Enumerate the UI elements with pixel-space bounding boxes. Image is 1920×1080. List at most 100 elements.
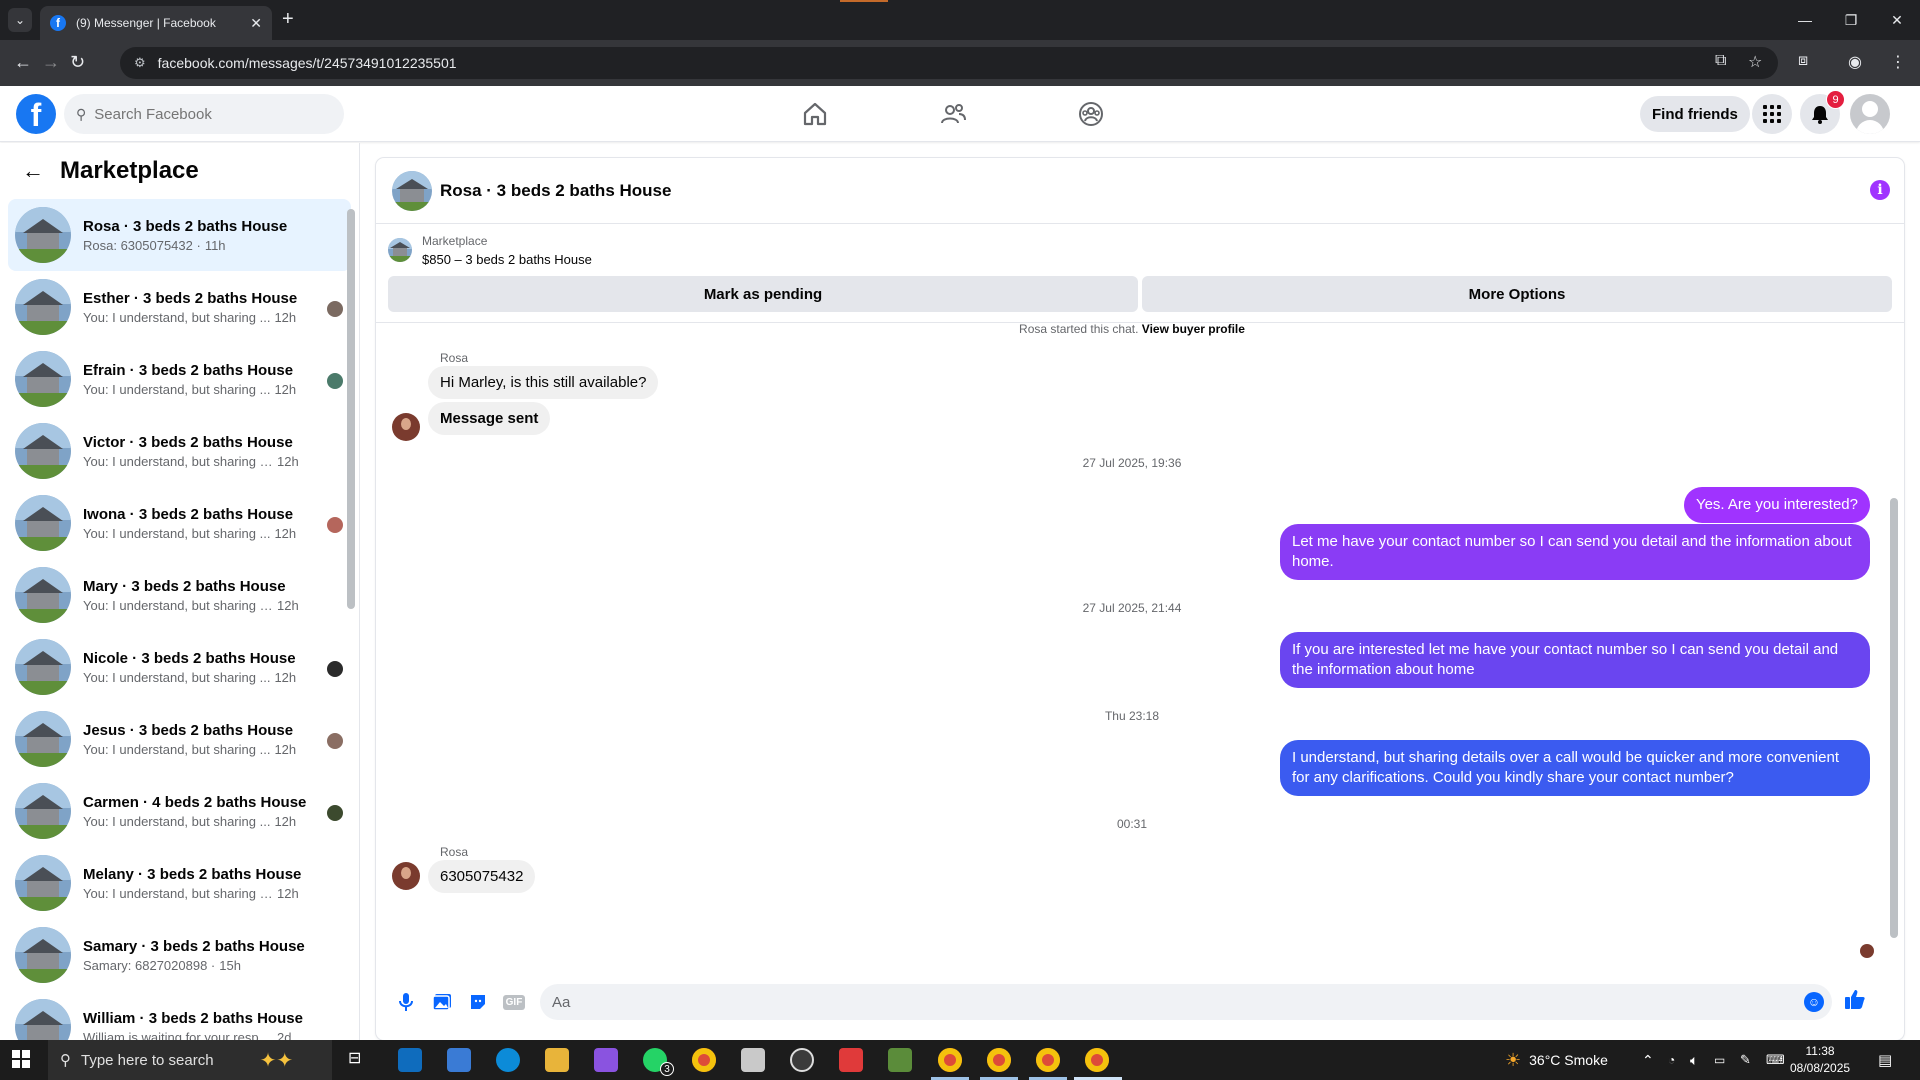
app-icon[interactable] — [790, 1048, 814, 1072]
browser-menu-icon[interactable]: ⋮ — [1890, 52, 1906, 72]
search-input[interactable] — [94, 105, 315, 123]
more-options-button[interactable]: More Options — [1142, 276, 1892, 312]
chat-header: Rosa · 3 beds 2 baths House i — [376, 158, 1904, 224]
new-tab-button[interactable]: + — [282, 8, 294, 31]
conversation-item[interactable]: Carmen · 4 beds 2 baths House You: I unde… — [8, 775, 351, 847]
reload-icon[interactable]: ↻ — [70, 52, 85, 73]
site-info-icon[interactable]: ⚙ — [134, 55, 146, 71]
forward-icon[interactable]: → — [42, 52, 60, 73]
conversation-snippet: Samary: 6827020898 · — [83, 957, 216, 973]
volume-icon[interactable]: 🔈︎ — [1690, 1040, 1698, 1080]
clock-date: 08/08/2025 — [1790, 1061, 1851, 1075]
chrome-profile-icon[interactable] — [1036, 1048, 1060, 1072]
sender-avatar[interactable] — [392, 862, 420, 890]
minecraft-icon[interactable] — [888, 1048, 912, 1072]
conversation-item[interactable]: Victor · 3 beds 2 baths House You: I unde… — [8, 415, 351, 487]
taskbar-clock[interactable]: 11:38 08/08/2025 — [1790, 1043, 1850, 1077]
home-icon[interactable] — [800, 100, 830, 128]
taskbar-search[interactable]: ⚲ Type here to search ✦✦ — [48, 1040, 332, 1080]
roblox-icon[interactable] — [741, 1048, 765, 1072]
chat-scrollbar[interactable] — [1890, 498, 1898, 938]
sidebar-scrollbar[interactable] — [347, 209, 355, 609]
emoji-icon[interactable]: ☺ — [1804, 992, 1824, 1012]
pen-icon[interactable]: ✎ — [1740, 1040, 1751, 1080]
profile-icon[interactable]: ◉ — [1848, 52, 1862, 72]
friends-icon[interactable] — [938, 100, 968, 128]
conversation-item[interactable]: Jesus · 3 beds 2 baths House You: I under… — [8, 703, 351, 775]
incoming-message[interactable]: Hi Marley, is this still available? — [428, 366, 659, 399]
listing-thumbnail — [15, 279, 71, 335]
photo-icon[interactable] — [424, 984, 460, 1020]
chrome-profile-icon[interactable] — [987, 1048, 1011, 1072]
bookmark-star-icon[interactable]: ☆ — [1748, 52, 1762, 72]
chat-panel: Rosa · 3 beds 2 baths House i Marketplac… — [376, 158, 1904, 1040]
outgoing-message[interactable]: I understand, but sharing details over a… — [1280, 740, 1870, 796]
tab-search-button[interactable]: ⌄ — [8, 8, 32, 32]
view-buyer-profile-link[interactable]: View buyer profile — [1142, 322, 1245, 336]
thumbs-up-icon[interactable] — [1844, 988, 1866, 1016]
incoming-message[interactable]: Message sent — [428, 402, 551, 435]
sticker-icon[interactable] — [460, 984, 496, 1020]
minimize-icon[interactable]: — — [1782, 0, 1828, 40]
conversation-item[interactable]: Iwona · 3 beds 2 baths House You: I under… — [8, 487, 351, 559]
network-icon[interactable]: ◔ — [1668, 1040, 1675, 1080]
back-icon[interactable]: ← — [14, 52, 32, 73]
conversation-item[interactable]: William · 3 beds 2 baths House William is… — [8, 991, 351, 1040]
listing-summary[interactable]: Marketplace $850 – 3 beds 2 baths House — [376, 224, 1904, 276]
store-icon[interactable] — [447, 1048, 471, 1072]
gif-icon[interactable]: GIF — [496, 984, 532, 1020]
file-explorer-icon[interactable] — [545, 1048, 569, 1072]
install-app-icon[interactable]: ⧉ — [1715, 52, 1726, 70]
weather-widget[interactable]: ☀ 36°C Smoke — [1505, 1040, 1608, 1080]
conversation-item[interactable]: Nicole · 3 beds 2 baths House You: I unde… — [8, 631, 351, 703]
find-friends-button[interactable]: Find friends — [1640, 96, 1750, 132]
chat-title[interactable]: Rosa · 3 beds 2 baths House — [440, 181, 671, 201]
outgoing-message[interactable]: Yes. Are you interested? — [1683, 487, 1870, 523]
edge-icon[interactable] — [496, 1048, 520, 1072]
restore-icon[interactable]: ❐ — [1828, 0, 1874, 40]
chrome-icon[interactable] — [692, 1048, 716, 1072]
listing-thumbnail[interactable] — [392, 170, 432, 211]
mark-as-pending-button[interactable]: Mark as pending — [388, 276, 1138, 312]
conversation-item[interactable]: Melany · 3 beds 2 baths House You: I unde… — [8, 847, 351, 919]
outgoing-message[interactable]: Let me have your contact number so I can… — [1280, 524, 1870, 580]
show-hidden-icons-icon[interactable]: ⌃ — [1642, 1040, 1654, 1080]
anydesk-icon[interactable] — [839, 1048, 863, 1072]
message-input[interactable]: Aa ☺ — [540, 984, 1832, 1020]
facebook-logo-icon[interactable]: f — [16, 94, 56, 134]
conversation-name: Rosa · 3 beds 2 baths House — [83, 217, 288, 235]
incoming-message[interactable]: 6305075432 — [428, 860, 536, 893]
close-window-icon[interactable]: ✕ — [1874, 0, 1920, 40]
groups-icon[interactable] — [1076, 100, 1106, 128]
chrome-profile-icon[interactable] — [938, 1048, 962, 1072]
windows-start-icon[interactable] — [12, 1050, 30, 1068]
conversation-item[interactable]: Esther · 3 beds 2 baths House You: I unde… — [8, 271, 351, 343]
facebook-search[interactable]: ⚲ — [64, 94, 344, 134]
chrome-profile-icon[interactable] — [1085, 1048, 1109, 1072]
back-arrow-icon[interactable]: ← — [22, 158, 44, 184]
sender-avatar[interactable] — [392, 413, 420, 441]
account-avatar[interactable] — [1850, 94, 1890, 134]
browser-toolbar: ← → ↻ ⚙ facebook.com/messages/t/24573491… — [0, 40, 1920, 86]
info-icon[interactable]: i — [1870, 180, 1890, 200]
microphone-icon[interactable] — [388, 984, 424, 1020]
outgoing-message[interactable]: If you are interested let me have your c… — [1280, 632, 1870, 688]
browser-tab-messenger[interactable]: f (9) Messenger | Facebook ✕ — [40, 6, 272, 40]
notification-center-icon[interactable]: ▤ — [1878, 1040, 1892, 1080]
meet-now-icon[interactable]: ▭ — [1714, 1040, 1725, 1080]
task-view-icon[interactable]: ⊟ — [348, 1048, 372, 1072]
seen-indicator-avatar — [1860, 944, 1874, 958]
copilot-icon[interactable] — [594, 1048, 618, 1072]
address-bar[interactable]: ⚙ facebook.com/messages/t/24573491012235… — [120, 47, 1778, 79]
conversation-item[interactable]: Efrain · 3 beds 2 baths House You: I unde… — [8, 343, 351, 415]
keyboard-icon[interactable]: ⌨ — [1766, 1040, 1785, 1080]
extensions-icon[interactable]: ⧈ — [1798, 52, 1808, 70]
listing-thumbnail — [15, 423, 71, 479]
conversation-name: Efrain · 3 beds 2 baths House — [83, 361, 294, 379]
menu-grid-icon[interactable] — [1752, 94, 1792, 134]
conversation-item[interactable]: Mary · 3 beds 2 baths House You: I unders… — [8, 559, 351, 631]
conversation-item[interactable]: Samary · 3 beds 2 baths House Samary: 682… — [8, 919, 351, 991]
outlook-icon[interactable] — [398, 1048, 422, 1072]
conversation-item[interactable]: Rosa · 3 beds 2 baths House Rosa: 6305075… — [8, 199, 351, 271]
close-tab-icon[interactable]: ✕ — [250, 15, 262, 32]
